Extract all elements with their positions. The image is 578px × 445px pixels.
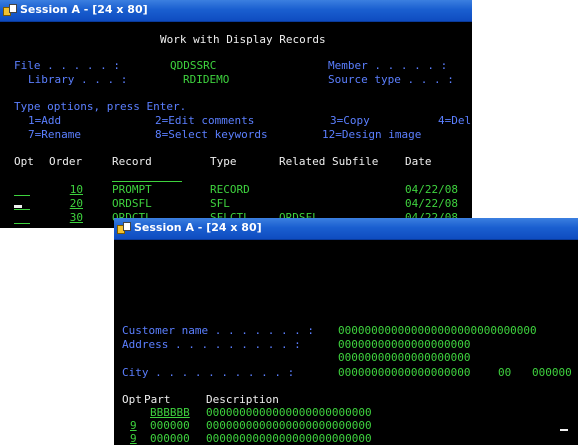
row-3-part: 000000 (150, 432, 190, 445)
window-title: Session A - [24 x 80] (20, 3, 148, 16)
row-2-order[interactable]: 20 (47, 197, 83, 210)
option-edit-comments: 2=Edit comments (155, 114, 255, 127)
opt-input-row-1[interactable] (14, 195, 30, 196)
option-rename: 7=Rename (28, 128, 81, 141)
terminal-screen[interactable]: Customer name . . . . . . . : 0000000000… (114, 240, 578, 445)
address-line-2: 00000000000000000000 (338, 351, 471, 364)
row-2-type: SFL (210, 197, 230, 210)
title-bar[interactable]: Session A - [24 x 80] (0, 0, 472, 22)
row-1-order[interactable]: 10 (47, 183, 83, 196)
file-label: File . . . . . : (14, 59, 120, 72)
text-cursor (14, 205, 22, 208)
row-2-record: ORDSFL (112, 197, 152, 210)
address-label: Address . . . . . . . . . : (122, 338, 301, 351)
row-3-opt[interactable]: 9 (130, 432, 137, 445)
city-value: 00000000000000000000 (338, 366, 471, 379)
opt-input-row-2[interactable] (14, 209, 30, 210)
instructions: Type options, press Enter. (14, 100, 187, 113)
row-3-description: 0000000000000000000000000 (206, 432, 372, 445)
library-label: Library . . . : (28, 73, 128, 86)
option-design-image: 12=Design image (322, 128, 422, 141)
terminal-screen[interactable]: Work with Display Records File . . . . .… (0, 22, 472, 228)
state-value: 00 (498, 366, 512, 379)
library-value: RDIDEMO (183, 73, 230, 86)
row-2-part: 000000 (150, 419, 190, 432)
row-3-order[interactable]: 30 (47, 211, 83, 224)
text-cursor (560, 429, 568, 431)
option-delete: 4=Del (438, 114, 472, 127)
row-1-description: 0000000000000000000000000 (206, 406, 372, 419)
column-record: Record (112, 155, 152, 168)
column-related-subfile: Related Subfile (279, 155, 379, 168)
file-value: QDDSSRC (170, 59, 217, 72)
customer-name-value: 000000000000000000000000000000 (338, 324, 537, 337)
option-select-keywords: 8=Select keywords (155, 128, 268, 141)
option-add: 1=Add (28, 114, 62, 127)
column-opt: Opt (122, 393, 142, 406)
member-label: Member . . . . . : (328, 59, 448, 72)
customer-name-label: Customer name . . . . . . . : (122, 324, 315, 337)
column-description: Description (206, 393, 279, 406)
column-opt: Opt (14, 155, 34, 168)
session-app-icon (3, 4, 17, 16)
row-1-part[interactable]: BBBBBB (150, 406, 190, 419)
window-title: Session A - [24 x 80] (134, 221, 262, 234)
row-1-type: RECORD (210, 183, 250, 196)
column-order: Order (49, 155, 83, 168)
session-app-icon (117, 222, 131, 234)
column-date: Date (405, 155, 432, 168)
column-type: Type (210, 155, 237, 168)
row-2-opt[interactable]: 9 (130, 419, 137, 432)
opt-input-row-3[interactable] (14, 223, 30, 224)
session-a-window-back: Session A - [24 x 80] Work with Display … (0, 0, 472, 228)
row-1-record: PROMPT (112, 183, 152, 196)
city-label: City . . . . . . . . . . : (122, 366, 295, 379)
option-copy: 3=Copy (330, 114, 370, 127)
source-type-label: Source type . . . : (328, 73, 454, 86)
row-2-date: 04/22/08 (405, 197, 458, 210)
row-1-date: 04/22/08 (405, 183, 458, 196)
screen-header: Work with Display Records (160, 33, 326, 46)
row-2-description: 0000000000000000000000000 (206, 419, 372, 432)
zip-value: 000000 (532, 366, 572, 379)
column-part: Part (144, 393, 171, 406)
session-a-window-front: Session A - [24 x 80] Customer name . . … (114, 218, 578, 445)
address-line-1: 00000000000000000000 (338, 338, 471, 351)
record-underline (112, 181, 182, 182)
title-bar[interactable]: Session A - [24 x 80] (114, 218, 578, 240)
